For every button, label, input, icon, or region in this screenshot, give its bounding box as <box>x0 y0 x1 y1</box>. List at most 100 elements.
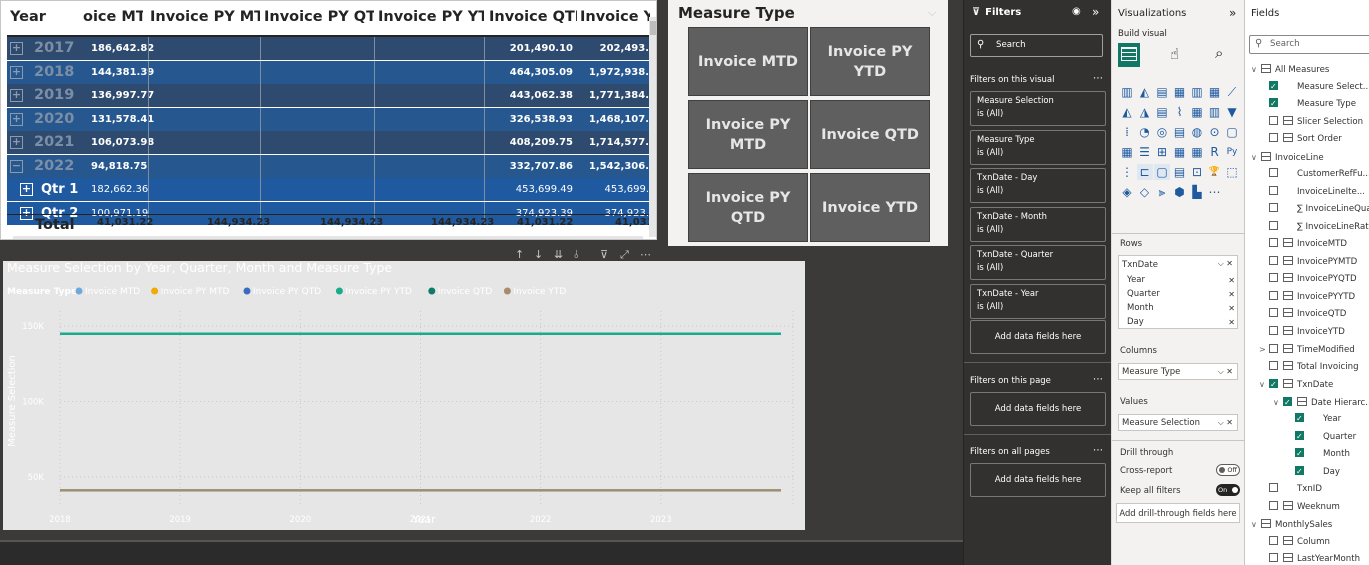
matrix-visual[interactable]: Year oice MTD Invoice PY MTD Invoice PY … <box>0 0 657 240</box>
matrix-header-invoice-mtd[interactable]: oice MTD <box>83 1 143 34</box>
kpi-icon[interactable]: ▦ <box>1189 144 1205 160</box>
filter-card[interactable]: TxnDate - Month is (All) <box>970 206 1106 242</box>
field-item[interactable]: TxnID <box>1259 481 1322 498</box>
field-checkbox[interactable] <box>1269 95 1278 112</box>
field-item[interactable]: Measure Select... <box>1259 78 1369 96</box>
field-item[interactable]: InvoicePYYTD <box>1259 289 1355 306</box>
field-item[interactable]: ∨ Date Hierarc... <box>1273 394 1369 411</box>
treemap-icon[interactable]: ▤ <box>1172 124 1188 140</box>
field-checkbox[interactable] <box>1269 203 1278 212</box>
field-item[interactable]: ∑ InvoiceLineRate <box>1259 219 1369 236</box>
chevron-down-icon[interactable]: ∨ <box>1251 149 1261 166</box>
100-bar-icon[interactable]: ▥ <box>1189 84 1205 100</box>
matrix-row[interactable]: +2020 131,578.41 326,538.93 1,468,107. <box>7 107 653 131</box>
shape-map-icon[interactable]: ▦ <box>1119 144 1135 160</box>
field-item[interactable]: CustomerRefFu... <box>1259 166 1369 183</box>
horizontal-scrollbar[interactable] <box>13 236 643 239</box>
filter-icon[interactable]: ⊽ <box>600 248 608 261</box>
field-checkbox[interactable] <box>1295 410 1304 427</box>
eye-icon[interactable]: ◉ <box>1072 6 1081 17</box>
drill-down-icon[interactable]: ↓ <box>534 248 543 261</box>
more-options-icon[interactable]: ⋯ <box>1093 445 1103 456</box>
rows-subfield[interactable]: Day ✕ <box>1127 316 1235 329</box>
field-table[interactable]: ∨ MonthlySales <box>1251 516 1332 533</box>
more-options-icon[interactable]: ⋯ <box>640 248 651 261</box>
rows-subfield[interactable]: Month ✕ <box>1127 302 1235 315</box>
drill-up-icon[interactable]: ↑ <box>515 248 524 261</box>
focus-mode-icon[interactable]: ⤢ <box>620 248 629 262</box>
field-checkbox[interactable] <box>1269 255 1278 265</box>
field-checkbox[interactable] <box>1269 535 1278 545</box>
field-checkbox[interactable] <box>1269 133 1278 142</box>
field-item[interactable]: LastYearMonth <box>1259 551 1360 565</box>
power-automate-icon[interactable]: ⫸ <box>1154 184 1170 200</box>
field-item[interactable]: InvoiceLineIte... <box>1259 184 1365 201</box>
ribbon-icon[interactable]: ▦ <box>1189 104 1205 120</box>
field-item[interactable]: Year <box>1285 410 1341 428</box>
get-more-icon[interactable]: ▙ <box>1189 184 1205 200</box>
field-item[interactable]: ∨ TxnDate <box>1259 376 1333 393</box>
cross-report-toggle[interactable]: Off <box>1216 464 1240 476</box>
field-checkbox[interactable] <box>1269 290 1278 300</box>
decomposition-tree-icon[interactable]: ⊡ <box>1189 164 1205 180</box>
remove-icon[interactable]: ✕ <box>1228 316 1235 329</box>
field-checkbox[interactable] <box>1269 553 1278 562</box>
values-field-actions[interactable]: ⌵ ✕ <box>1218 418 1233 428</box>
rows-subfield[interactable]: Year ✕ <box>1127 274 1235 287</box>
funnel-icon[interactable]: ▼ <box>1224 104 1240 120</box>
fields-search-input[interactable]: ⚲ Search <box>1249 35 1369 54</box>
field-checkbox[interactable] <box>1295 428 1304 445</box>
remove-icon[interactable]: ✕ <box>1228 288 1235 301</box>
more-icon[interactable]: ⋯ <box>1207 184 1223 200</box>
line-column-icon[interactable]: ▤ <box>1154 104 1170 120</box>
columns-field-actions[interactable]: ⌵ ✕ <box>1218 367 1233 377</box>
expand-icon[interactable]: + <box>10 65 23 79</box>
collapse-pane-icon[interactable]: » <box>1229 6 1236 20</box>
slicer-button-invoice-mtd[interactable]: Invoice MTD <box>688 27 808 96</box>
matrix-icon[interactable]: ▢ <box>1154 164 1170 180</box>
field-table[interactable]: ∨ All Measures <box>1251 61 1329 78</box>
field-checkbox[interactable] <box>1269 238 1278 247</box>
r-visual-icon[interactable]: R <box>1207 144 1223 160</box>
line-chart-visual[interactable]: Measure Selection by Year, Quarter, Mont… <box>3 260 805 530</box>
keep-all-filters-toggle[interactable]: On <box>1216 484 1240 496</box>
remove-icon[interactable]: ✕ <box>1228 274 1235 287</box>
100-column-icon[interactable]: ▦ <box>1207 84 1223 100</box>
field-checkbox[interactable] <box>1269 483 1278 492</box>
field-checkbox[interactable] <box>1269 115 1278 125</box>
matrix-row[interactable]: +2017 186,642.82 201,490.10 202,493. <box>7 37 653 60</box>
field-item[interactable]: Total Invoicing <box>1259 359 1359 376</box>
field-checkbox[interactable] <box>1269 78 1278 95</box>
columns-well[interactable]: Measure Type ⌵ ✕ <box>1118 363 1238 380</box>
field-item[interactable]: Measure Type <box>1259 95 1356 113</box>
matrix-header-invoice-py-qtd[interactable]: Invoice PY QTD <box>264 1 374 34</box>
field-item[interactable]: Sort Order <box>1259 131 1342 148</box>
slicer-button-invoice-ytd[interactable]: Invoice YTD <box>810 173 930 242</box>
chevron-down-icon[interactable]: ∨ <box>1251 61 1261 78</box>
add-page-filter-dropzone[interactable]: Add data fields here <box>970 392 1106 426</box>
pie-icon[interactable]: ◔ <box>1137 124 1153 140</box>
donut-icon[interactable]: ◎ <box>1154 124 1170 140</box>
power-apps-icon[interactable]: ◇ <box>1137 184 1153 200</box>
rows-subfield[interactable]: Quarter ✕ <box>1127 288 1235 301</box>
rows-well[interactable]: TxnDate ⌵ ✕ Year ✕ Quarter ✕ Month ✕ Day ✕ <box>1118 255 1238 329</box>
clustered-bar-icon[interactable]: ▤ <box>1154 84 1170 100</box>
filter-card[interactable]: TxnDate - Year is (All) <box>970 283 1106 319</box>
field-item[interactable]: InvoicePYQTD <box>1259 271 1357 288</box>
add-drill-through-dropzone[interactable]: Add drill-through fields here <box>1116 503 1240 523</box>
key-influencers-icon[interactable]: ▤ <box>1172 164 1188 180</box>
matrix-row[interactable]: +2021 106,073.98 408,209.75 1,714,577. <box>7 131 653 154</box>
matrix-row[interactable]: +2019 136,997.77 443,062.38 1,771,384. <box>7 84 653 107</box>
gauge-icon[interactable]: ☰ <box>1137 144 1153 160</box>
chevron-right-icon[interactable]: > <box>1259 341 1269 358</box>
expand-hierarchy-icon[interactable]: ⫰ <box>574 248 579 262</box>
collapse-icon[interactable]: − <box>10 159 23 173</box>
vertical-scrollbar[interactable] <box>649 17 656 237</box>
matrix-header-invoice-py-mtd[interactable]: Invoice PY MTD <box>150 1 260 34</box>
filter-card[interactable]: Measure Selection is (All) <box>970 91 1106 126</box>
field-item[interactable]: InvoicePYMTD <box>1259 254 1357 271</box>
field-checkbox[interactable] <box>1269 376 1278 393</box>
area-icon[interactable]: ◭ <box>1119 104 1135 120</box>
field-checkbox[interactable] <box>1269 344 1278 353</box>
field-checkbox[interactable] <box>1295 445 1304 462</box>
